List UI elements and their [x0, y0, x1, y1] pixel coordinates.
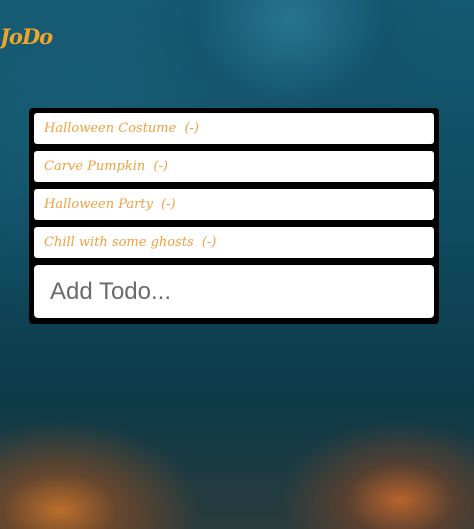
todo-label: Carve Pumpkin	[44, 159, 146, 174]
app-logo: JoDo	[0, 24, 53, 49]
todo-label: Chill with some ghosts	[44, 235, 194, 250]
todo-label: Halloween Costume	[44, 121, 177, 136]
todo-panel: Halloween Costume (-) Carve Pumpkin (-) …	[29, 108, 439, 324]
add-todo-input[interactable]	[34, 265, 434, 318]
todo-item[interactable]: Halloween Party (-)	[34, 189, 434, 220]
remove-todo-button[interactable]: (-)	[161, 197, 176, 212]
remove-todo-button[interactable]: (-)	[184, 121, 199, 136]
remove-todo-button[interactable]: (-)	[153, 159, 168, 174]
todo-item[interactable]: Carve Pumpkin (-)	[34, 151, 434, 182]
todo-item[interactable]: Chill with some ghosts (-)	[34, 227, 434, 258]
remove-todo-button[interactable]: (-)	[202, 235, 217, 250]
todo-item[interactable]: Halloween Costume (-)	[34, 113, 434, 144]
todo-label: Halloween Party	[44, 197, 153, 212]
